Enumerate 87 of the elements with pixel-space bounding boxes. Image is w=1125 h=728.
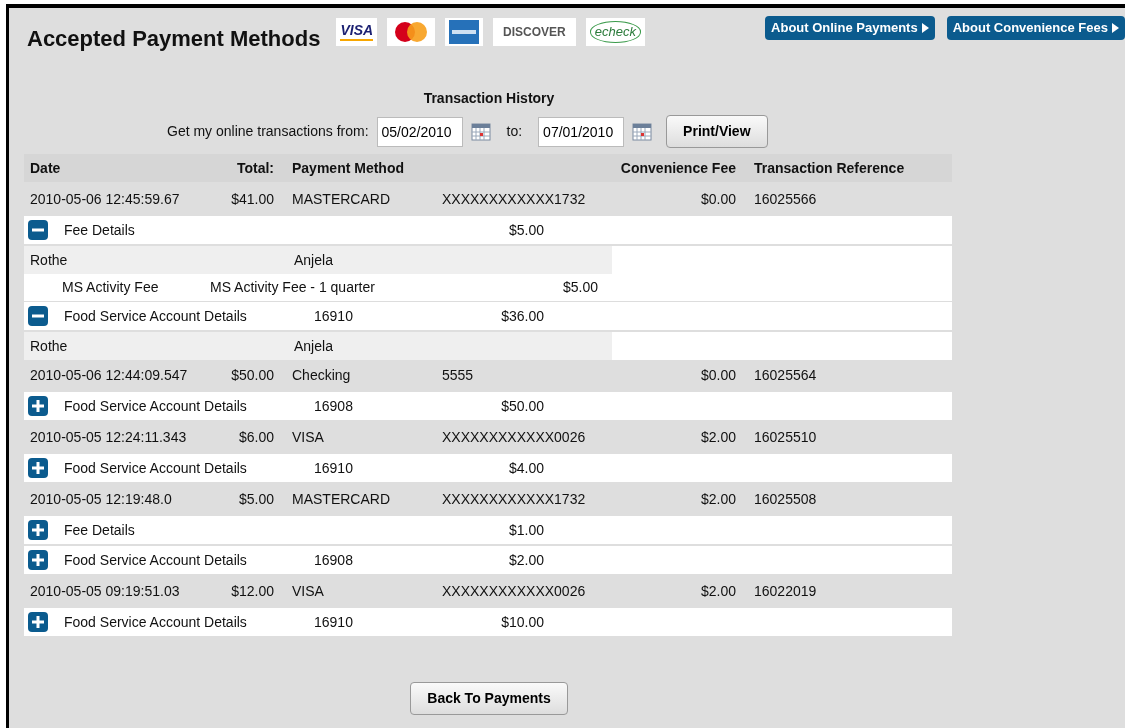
caret-icon xyxy=(1112,22,1119,33)
table-cell-text: 16910 xyxy=(313,612,354,632)
table-cell-text: 16025508 xyxy=(753,489,818,509)
table-cell-text: $2.00 xyxy=(507,550,544,570)
table-cell-text: $10.00 xyxy=(500,612,544,632)
detail-label: Food Service Account Details xyxy=(63,306,248,326)
table-cell-text: 16908 xyxy=(313,396,354,416)
page-title: Accepted Payment Methods xyxy=(27,25,321,53)
filter-label: to: xyxy=(506,122,523,141)
table-cell-text: $6.00 xyxy=(237,427,274,447)
table-cell-text: XXXXXXXXXXXX0026 xyxy=(441,581,587,601)
info-link[interactable]: About Online Payments xyxy=(765,16,935,40)
echeck-logo: echeck xyxy=(585,18,645,46)
info-link[interactable]: About Convenience Fees xyxy=(946,16,1125,40)
table-cell-text: MS Activity Fee xyxy=(61,278,160,297)
visa-logo: VISA xyxy=(336,18,378,46)
caret-icon xyxy=(921,22,929,33)
table-cell-text: $0.00 xyxy=(699,365,736,385)
table-cell-text: 2010-05-06 12:45:59.67 xyxy=(30,189,181,209)
table-cell-text: 2010-05-05 12:24:11.343 xyxy=(30,427,188,447)
date-field[interactable]: 07/01/2010 xyxy=(538,116,625,147)
column-header: Total: xyxy=(235,158,274,178)
expand-icon[interactable] xyxy=(28,520,48,540)
table-cell-text: $41.00 xyxy=(230,189,274,209)
detail-label: Food Service Account Details xyxy=(63,396,248,416)
expand-icon[interactable] xyxy=(28,396,48,416)
table-cell-text: Rothe xyxy=(30,336,69,356)
table-cell-text: $50.00 xyxy=(500,396,544,416)
column-header: Payment Method xyxy=(291,158,405,178)
detail-label: Food Service Account Details xyxy=(63,458,248,478)
table-cell-text: 16025510 xyxy=(753,427,818,447)
date-field[interactable]: 05/02/2010 xyxy=(376,116,463,147)
detail-label: Fee Details xyxy=(63,220,136,240)
table-cell-text: $2.00 xyxy=(699,489,736,509)
calendar-icon[interactable] xyxy=(632,122,653,141)
collapse-icon[interactable] xyxy=(28,306,48,326)
table-cell-text: $2.00 xyxy=(699,427,736,447)
table-cell-text: 16910 xyxy=(313,458,354,478)
table-cell-text: VISA xyxy=(291,427,325,447)
expand-icon[interactable] xyxy=(28,550,48,570)
back-button[interactable]: Back To Payments xyxy=(410,682,568,715)
table-cell-text: Anjela xyxy=(294,250,333,270)
table-cell-text: $0.00 xyxy=(699,189,736,209)
detail-label: Fee Details xyxy=(63,520,136,540)
card-logo-icon xyxy=(445,18,484,46)
table-cell-text: $5.00 xyxy=(237,489,274,509)
table-cell-text: MS Activity Fee - 1 quarter xyxy=(210,278,376,297)
table-cell-text: $2.00 xyxy=(699,581,736,601)
table-cell-text: VISA xyxy=(291,581,325,601)
table-cell-text: 2010-05-05 12:19:48.0 xyxy=(30,489,173,509)
table-cell-text: MASTERCARD xyxy=(291,489,391,509)
detail-label: Food Service Account Details xyxy=(63,612,248,632)
column-header: Date xyxy=(30,158,62,178)
table-cell-text: XXXXXXXXXXXX1732 xyxy=(441,489,587,509)
expand-icon[interactable] xyxy=(28,458,48,478)
table-cell-text: Checking xyxy=(291,365,352,385)
expand-icon[interactable] xyxy=(28,612,48,632)
table-cell-text: $12.00 xyxy=(230,581,274,601)
print-button[interactable]: Print/View xyxy=(666,115,768,148)
collapse-icon[interactable] xyxy=(28,220,48,240)
section-heading: Transaction History xyxy=(423,90,555,106)
table-cell-text: 16910 xyxy=(313,306,354,326)
table-cell-text: 5555 xyxy=(441,365,475,385)
table-cell-text: $5.00 xyxy=(561,278,598,297)
column-header: Convenience Fee xyxy=(619,158,736,178)
table-cell-text: 16025566 xyxy=(753,189,818,209)
table-cell-text: $5.00 xyxy=(507,220,544,240)
table-cell-text: $36.00 xyxy=(500,306,544,326)
table-cell-text: 2010-05-05 09:19:51.03 xyxy=(30,581,181,601)
table-cell-text: XXXXXXXXXXXX1732 xyxy=(441,189,587,209)
table-cell-text: Rothe xyxy=(30,250,69,270)
column-header: Transaction Reference xyxy=(753,158,906,178)
table-cell-text: $1.00 xyxy=(507,520,544,540)
table-cell-text: 16022019 xyxy=(753,581,818,601)
table-cell-text: 16025564 xyxy=(753,365,818,385)
filter-label: Get my online transactions from: xyxy=(167,122,369,141)
discover-logo: DISCOVER xyxy=(493,18,576,46)
table-cell-text: MASTERCARD xyxy=(291,189,391,209)
table-cell-text: $50.00 xyxy=(230,365,274,385)
table-cell-text: $4.00 xyxy=(507,458,544,478)
calendar-icon[interactable] xyxy=(470,122,491,141)
table-cell-text: 2010-05-06 12:44:09.547 xyxy=(30,365,189,385)
card-logo-icon xyxy=(387,18,436,46)
table-cell-text: 16908 xyxy=(313,550,354,570)
table-cell-text: XXXXXXXXXXXX0026 xyxy=(441,427,587,447)
table-cell-text: Anjela xyxy=(294,336,333,356)
detail-label: Food Service Account Details xyxy=(63,550,248,570)
